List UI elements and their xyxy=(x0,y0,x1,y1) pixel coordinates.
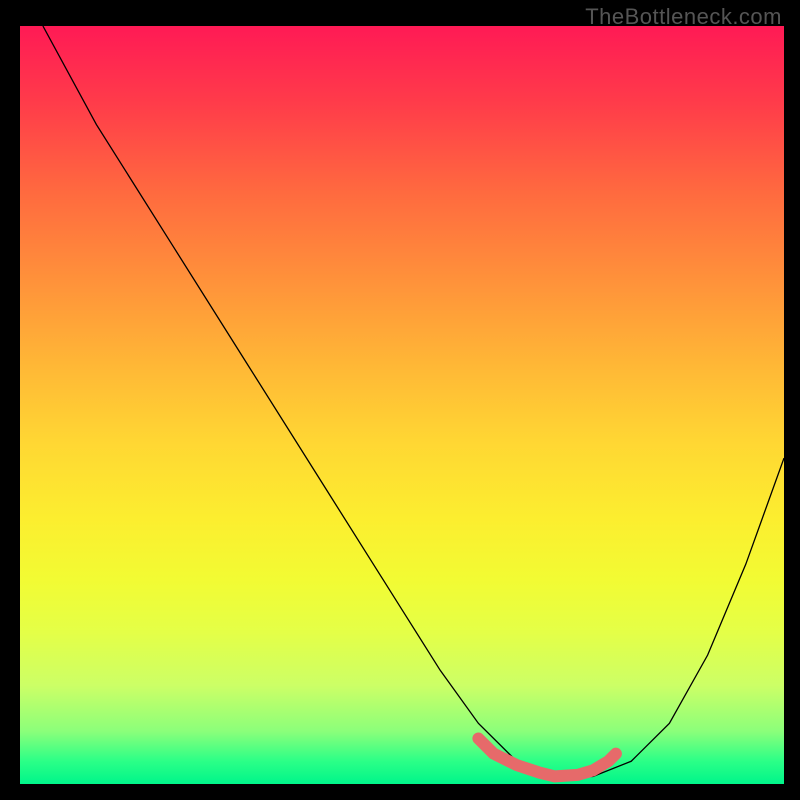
curve-layer xyxy=(20,26,784,784)
plot-area xyxy=(20,26,784,784)
main-curve xyxy=(43,26,784,776)
chart-frame: TheBottleneck.com xyxy=(0,0,800,800)
